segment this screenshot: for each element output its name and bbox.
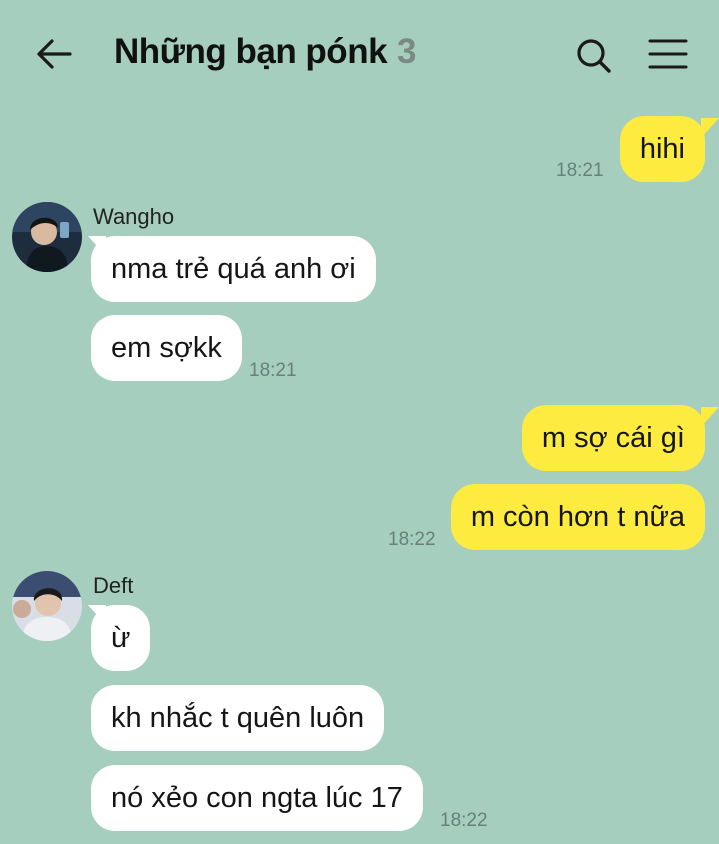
- chat-title[interactable]: Những bạn pónk 3: [114, 32, 417, 72]
- message-text: m còn hơn t nữa: [470, 501, 685, 533]
- bubble-tail-outgoing: [701, 118, 719, 138]
- sender-name: Deft: [93, 573, 134, 598]
- search-button[interactable]: [572, 34, 616, 78]
- user-photo-icon: [12, 571, 82, 641]
- message-bubble-outgoing[interactable]: m sợ cái gì: [521, 405, 705, 471]
- message-bubble-incoming[interactable]: ừ: [91, 605, 151, 671]
- chat-title-text: Những bạn pónk: [114, 32, 388, 71]
- bubble-tail-outgoing: [701, 407, 719, 427]
- message-text: ừ: [111, 622, 131, 654]
- user-photo-icon: [12, 202, 82, 272]
- message-timestamp: 18:22: [388, 529, 436, 550]
- back-button[interactable]: [32, 34, 76, 74]
- arrow-left-icon: [37, 39, 72, 69]
- avatar-wangho[interactable]: [12, 202, 82, 272]
- message-timestamp: 18:22: [440, 810, 488, 831]
- message-text: em sợkk: [111, 332, 222, 364]
- message-text: hihi: [639, 133, 685, 165]
- message-text: m sợ cái gì: [541, 422, 685, 454]
- message-bubble-incoming[interactable]: em sợkk: [91, 315, 242, 381]
- message-timestamp: 18:21: [556, 160, 604, 181]
- message-bubble-incoming[interactable]: nma trẻ quá anh ơi: [91, 236, 376, 302]
- avatar-deft[interactable]: [12, 571, 82, 641]
- message-text: nó xẻo con ngta lúc 17: [111, 782, 403, 814]
- message-bubble-outgoing[interactable]: hihi: [619, 116, 705, 182]
- member-count: 3: [397, 32, 417, 71]
- message-text: kh nhắc t quên luôn: [111, 702, 365, 734]
- message-bubble-outgoing[interactable]: m còn hơn t nữa: [450, 484, 705, 550]
- message-timestamp: 18:21: [249, 360, 297, 381]
- message-bubble-incoming[interactable]: kh nhắc t quên luôn: [91, 685, 385, 751]
- sender-name: Wangho: [93, 204, 175, 229]
- message-bubble-incoming[interactable]: nó xẻo con ngta lúc 17: [91, 765, 423, 831]
- message-text: nma trẻ quá anh ơi: [111, 253, 356, 285]
- chat-header: Những bạn pónk 3: [0, 0, 719, 108]
- menu-button[interactable]: [646, 36, 690, 76]
- hamburger-menu-icon: [648, 39, 688, 69]
- search-icon: [577, 39, 611, 73]
